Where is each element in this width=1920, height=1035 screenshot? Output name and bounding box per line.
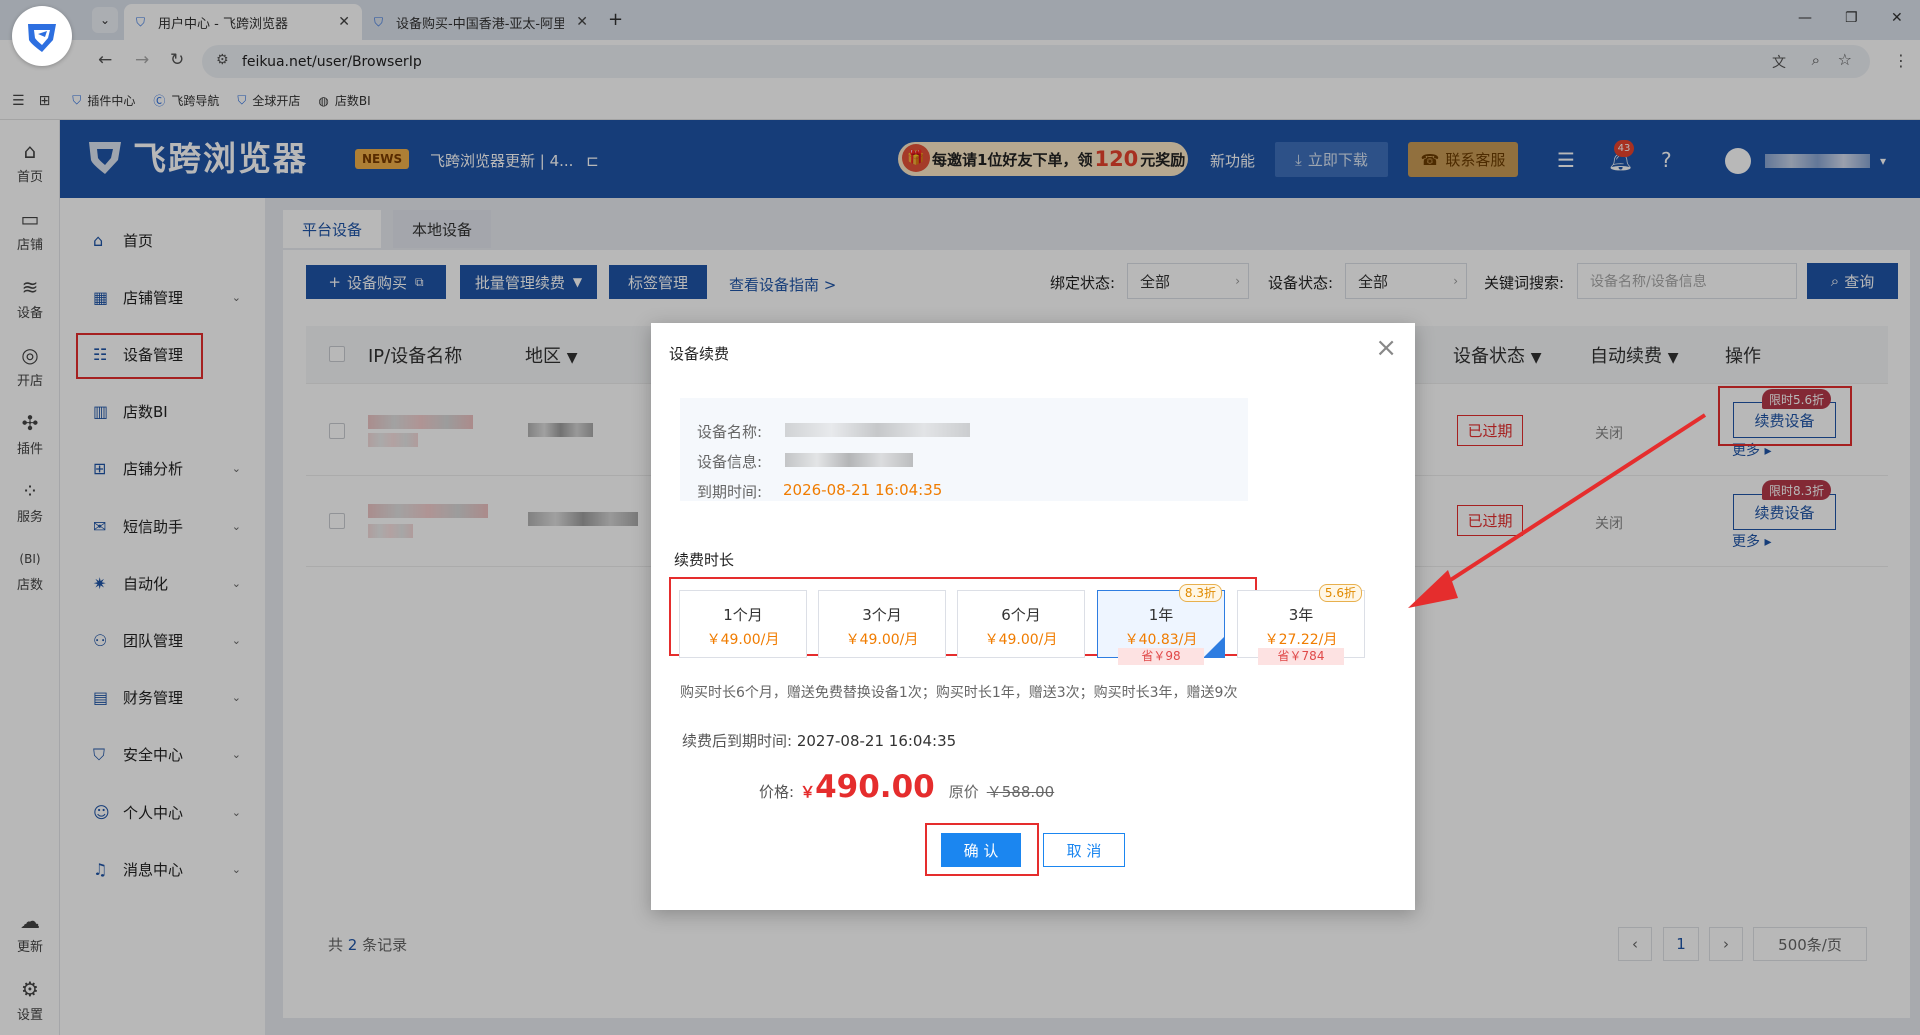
duration-option-6-months[interactable]: 6个月 ￥49.00/月 xyxy=(957,590,1085,658)
device-info-redacted xyxy=(785,453,913,467)
modal-title: 设备续费 xyxy=(669,345,730,363)
duration-label: 续费时长 xyxy=(674,551,735,569)
close-icon[interactable]: × xyxy=(1375,333,1397,363)
renew-modal: 设备续费 × 设备名称: 设备信息: 到期时间: 2026-08-21 16:0… xyxy=(651,323,1415,910)
browser-logo-icon xyxy=(12,6,72,66)
confirm-button[interactable]: 确 认 xyxy=(941,833,1021,867)
price-row: 价格: ￥ 490.00 原价 ￥588.00 xyxy=(759,769,1055,805)
device-info-label: 设备信息: xyxy=(697,453,763,471)
expire-time-label: 到期时间: xyxy=(697,483,763,501)
duration-option-1-year[interactable]: 8.3折 1年 ￥40.83/月 省￥98 xyxy=(1097,584,1225,665)
device-name-label: 设备名称: xyxy=(697,423,763,441)
duration-option-1-month[interactable]: 1个月 ￥49.00/月 xyxy=(679,590,807,658)
savings-tag: 省￥98 xyxy=(1118,648,1204,665)
expire-time-value: 2026-08-21 16:04:35 xyxy=(783,481,943,499)
discount-tag: 5.6折 xyxy=(1318,584,1362,602)
device-name-redacted xyxy=(785,423,970,437)
gift-note: 购买时长6个月，赠送免费替换设备1次；购买时长1年，赠送3次；购买时长3年，赠送… xyxy=(680,685,1238,701)
duration-option-3-months[interactable]: 3个月 ￥49.00/月 xyxy=(818,590,946,658)
cancel-button[interactable]: 取 消 xyxy=(1043,833,1125,867)
new-expire-row: 续费后到期时间: 2027-08-21 16:04:35 xyxy=(682,732,957,750)
selected-check-icon xyxy=(1204,637,1224,657)
annotation-arrow xyxy=(1408,413,1707,608)
savings-tag: 省￥784 xyxy=(1258,648,1344,665)
discount-tag: 8.3折 xyxy=(1178,584,1222,602)
price-value: 490.00 xyxy=(815,769,935,805)
original-price: ￥588.00 xyxy=(986,783,1055,801)
duration-option-3-years[interactable]: 5.6折 3年 ￥27.22/月 省￥784 xyxy=(1237,584,1365,665)
device-info-box xyxy=(680,398,1248,501)
